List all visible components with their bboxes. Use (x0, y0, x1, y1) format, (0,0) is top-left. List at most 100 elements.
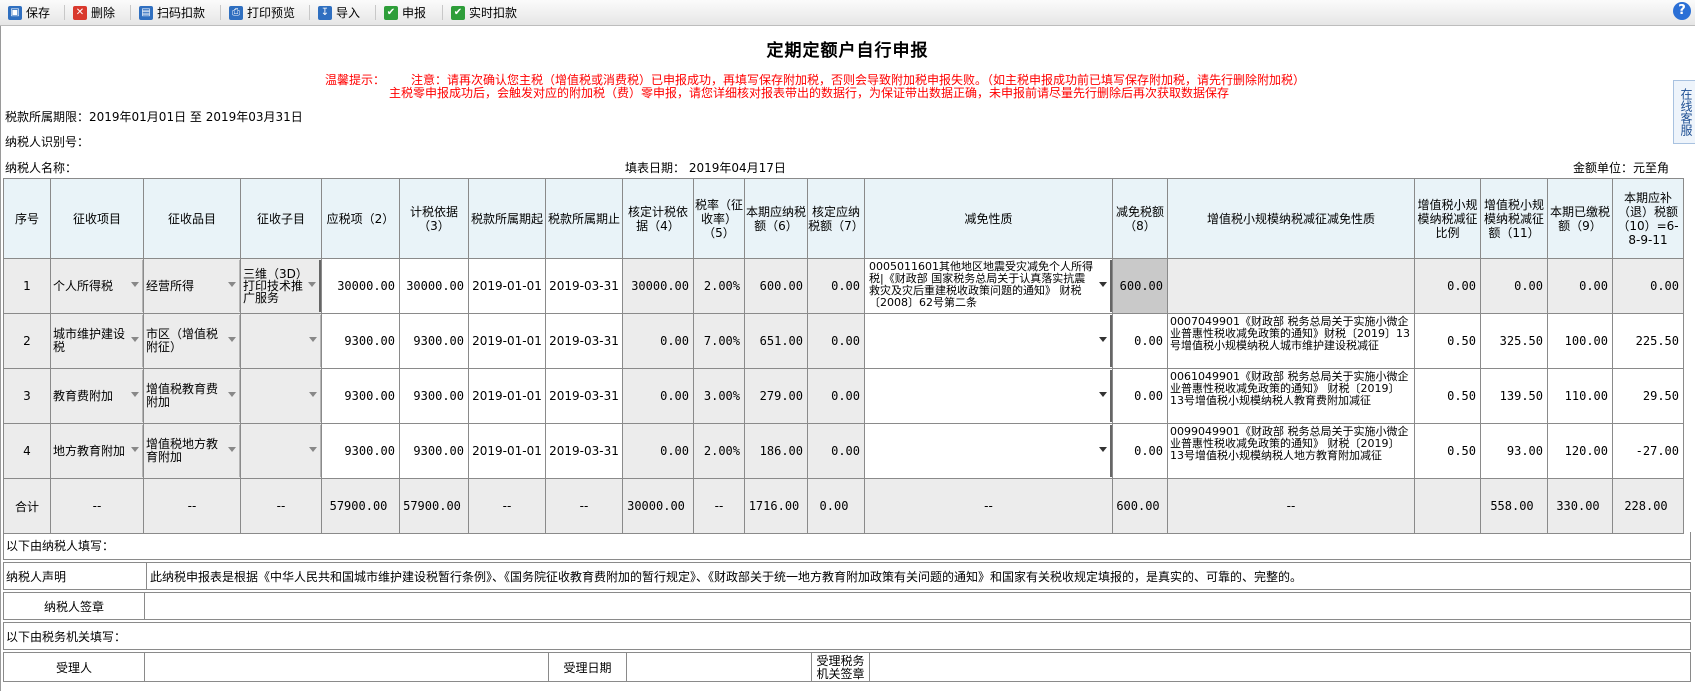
approved-basis: 0.00 (622, 313, 694, 369)
taxable-field[interactable]: 9300.00 (321, 423, 400, 479)
tax-basis-field[interactable]: 30000.00 (399, 258, 469, 314)
receiver-field[interactable] (145, 653, 549, 681)
scan-pay-button[interactable]: ▤ 扫码扣款 (137, 3, 207, 22)
due-amount: 29.50 (1612, 368, 1684, 424)
payable-amount: 651.00 (744, 313, 808, 369)
save-button[interactable]: ▣ 保存 (6, 3, 52, 22)
tax-basis-field[interactable]: 9300.00 (399, 423, 469, 479)
print-icon: ⎙ (229, 5, 243, 20)
relief-nature-select[interactable] (864, 313, 1113, 369)
print-preview-button[interactable]: ⎙ 打印预览 (227, 3, 297, 22)
collection-sub-select[interactable]: 三维（3D）打印技术推广服务 (240, 258, 322, 314)
toolbar-separator (375, 5, 376, 20)
signature-row: 纳税人签章 (3, 592, 1691, 620)
small-relief-ratio: 0.00 (1414, 258, 1481, 314)
collection-item-select[interactable]: 地方教育附加 (50, 423, 144, 479)
toolbar-separator (220, 5, 221, 20)
tax-rate: 2.00% (693, 258, 745, 314)
relief-amount-field[interactable]: 600.00 (1112, 258, 1168, 314)
receive-date-field[interactable] (627, 653, 812, 681)
declare-button[interactable]: ✔ 申报 (382, 3, 428, 22)
dropdown-arrow-icon (131, 447, 139, 452)
payable-amount: 186.00 (744, 423, 808, 479)
dropdown-arrow-icon (309, 337, 317, 342)
period-start: 2019-01-01 (468, 258, 546, 314)
payable-amount: 279.00 (744, 368, 808, 424)
small-relief-nature: 0007049901《财政部 税务总局关于实施小微企业普惠性税收减免政策的通知》… (1167, 313, 1415, 369)
tax-basis-field[interactable]: 9300.00 (399, 313, 469, 369)
total-small-amount: 558.00 (1480, 478, 1548, 534)
period-end: 2019-03-31 (545, 258, 623, 314)
import-button[interactable]: ↧ 导入 (316, 3, 362, 22)
total-paid: 330.00 (1547, 478, 1613, 534)
declaration-row: 纳税人声明 此纳税申报表是根据《中华人民共和国城市维护建设税暂行条例》、《国务院… (3, 562, 1691, 590)
dropdown-arrow-icon (131, 392, 139, 397)
fill-date: 填表日期： 2019年04月17日 (625, 161, 786, 175)
dropdown-arrow-icon (228, 392, 236, 397)
period-start: 2019-01-01 (468, 423, 546, 479)
taxable-field[interactable]: 9300.00 (321, 368, 400, 424)
taxable-field[interactable]: 9300.00 (321, 313, 400, 369)
taxpayer-name-label: 纳税人名称： (5, 161, 78, 175)
tax-basis-field[interactable]: 9300.00 (399, 368, 469, 424)
approved-payable: 0.00 (807, 313, 865, 369)
table-header-row: 序号 征收项目 征收品目 征收子目 应税项（2） 计税依据（3） 税款所属期起 … (3, 178, 1684, 259)
relief-amount-field[interactable]: 0.00 (1112, 313, 1168, 369)
dropdown-arrow-icon (1099, 282, 1107, 287)
approved-payable: 0.00 (807, 258, 865, 314)
approved-basis: 30000.00 (622, 258, 694, 314)
dropdown-arrow-icon (228, 447, 236, 452)
approved-payable: 0.00 (807, 368, 865, 424)
row-number: 4 (3, 423, 51, 479)
receiver-label: 受理人 (4, 653, 145, 681)
collection-category-select[interactable]: 增值税地方教育附加 (143, 423, 241, 479)
col-header: 增值税小规模纳税减征额（11） (1480, 178, 1548, 259)
col-header: 征收品目 (143, 178, 241, 259)
realtime-pay-button[interactable]: ✔ 实时扣款 (449, 3, 519, 22)
relief-nature-select[interactable]: 0005011601其他地区地震受灾减免个人所得税|《财政部 国家税务总局关于认… (864, 258, 1113, 314)
relief-nature-select[interactable] (864, 423, 1113, 479)
col-header: 本期应纳税额（6） (744, 178, 808, 259)
collection-item-select[interactable]: 教育费附加 (50, 368, 144, 424)
col-header: 税款所属期起 (468, 178, 546, 259)
taxable-field[interactable]: 30000.00 (321, 258, 400, 314)
dropdown-arrow-icon (131, 282, 139, 287)
delete-button[interactable]: ✕ 删除 (71, 3, 117, 22)
notice-line-2: 主税零申报成功后，会触发对应的附加税（费）零申报，请您详细核对报表带出的数据行，… (389, 86, 1230, 100)
page-title: 定期定额户自行申报 (766, 41, 929, 61)
col-header: 减免税额（8） (1112, 178, 1168, 259)
total-payable: 1716.00 (744, 478, 808, 534)
relief-nature-select[interactable] (864, 368, 1113, 424)
collection-sub-select[interactable] (240, 368, 322, 424)
col-header: 核定计税依据（4） (622, 178, 694, 259)
collection-sub-select[interactable] (240, 313, 322, 369)
help-icon[interactable]: ? (1673, 2, 1691, 20)
authority-seal-field[interactable] (870, 653, 1690, 681)
collection-category-select[interactable]: 市区（增值税附征） (143, 313, 241, 369)
approved-basis: 0.00 (622, 423, 694, 479)
collection-sub-select[interactable] (240, 423, 322, 479)
check-icon: ✔ (384, 5, 398, 20)
period-end: 2019-03-31 (545, 423, 623, 479)
due-amount: -27.00 (1612, 423, 1684, 479)
paid-amount: 0.00 (1547, 258, 1613, 314)
small-relief-nature (1167, 258, 1415, 314)
dropdown-arrow-icon (1099, 447, 1107, 452)
collection-category-select[interactable]: 经营所得 (143, 258, 241, 314)
total-dash: -- (693, 478, 745, 534)
small-relief-nature: 0061049901《财政部 税务总局关于实施小微企业普惠性税收减免政策的通知》… (1167, 368, 1415, 424)
online-service-tab[interactable]: 在线客服 (1673, 80, 1695, 144)
amount-unit: 金额单位：元至角分 (1573, 161, 1669, 175)
collection-category-select[interactable]: 增值税教育费附加 (143, 368, 241, 424)
relief-amount-field[interactable]: 0.00 (1112, 423, 1168, 479)
scan-icon: ▤ (139, 5, 153, 20)
import-icon: ↧ (318, 5, 332, 20)
relief-amount-field[interactable]: 0.00 (1112, 368, 1168, 424)
total-dash: -- (143, 478, 241, 534)
total-dash: -- (50, 478, 144, 534)
signature-field[interactable] (145, 593, 1690, 619)
tax-rate: 3.00% (693, 368, 745, 424)
collection-item-select[interactable]: 个人所得税 (50, 258, 144, 314)
total-due: 228.00 (1612, 478, 1684, 534)
collection-item-select[interactable]: 城市维护建设税 (50, 313, 144, 369)
